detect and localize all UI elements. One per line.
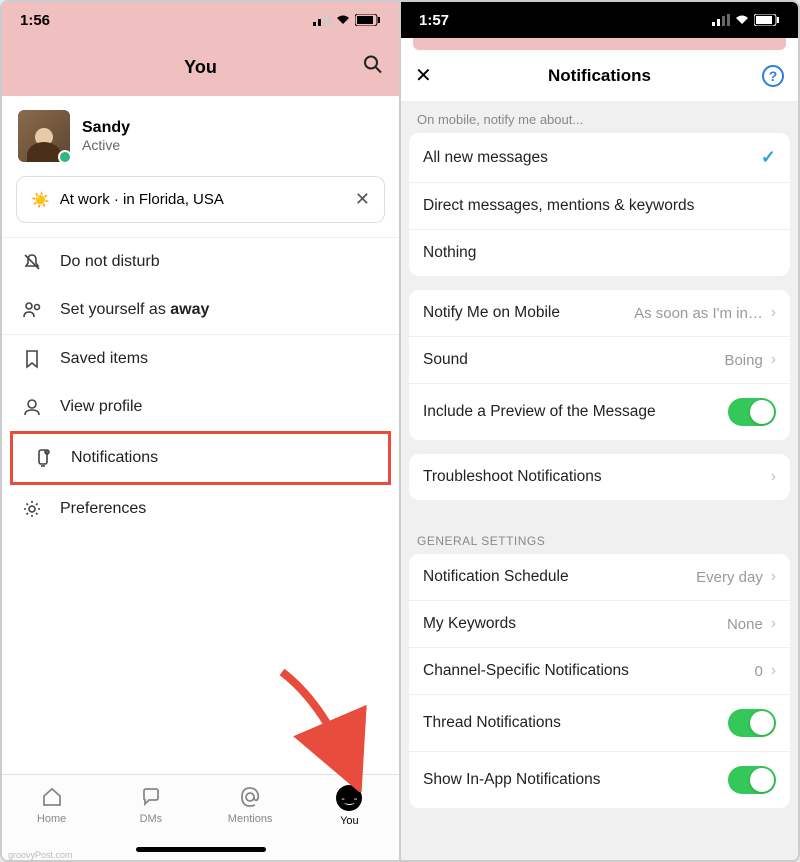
status-text: At work · in Florida, USA	[60, 191, 224, 208]
profile-section[interactable]: Sandy Active	[2, 96, 399, 170]
profile-name: Sandy	[82, 119, 130, 137]
annotation-arrow	[272, 662, 382, 792]
status-box[interactable]: ☀️ At work · in Florida, USA ✕	[16, 176, 385, 223]
notifications-icon	[31, 448, 55, 468]
status-indicators	[712, 14, 780, 26]
background-hint	[413, 38, 786, 50]
tab-you[interactable]: -‿- You	[300, 775, 399, 860]
menu-label: Notifications	[71, 449, 158, 467]
sheet-header: ✕ Notifications ?	[401, 50, 798, 102]
chevron-right-icon: ›	[771, 351, 776, 369]
status-indicators	[313, 14, 381, 26]
page-title: You	[184, 57, 217, 78]
menu-dnd[interactable]: Do not disturb	[2, 238, 399, 286]
you-icon: -‿-	[336, 785, 362, 811]
row-value: Every day	[696, 569, 763, 586]
toggle-on[interactable]	[728, 709, 776, 737]
bookmark-icon	[20, 349, 44, 369]
option-dm-mentions[interactable]: Direct messages, mentions & keywords	[409, 182, 790, 229]
profile-presence: Active	[82, 137, 130, 153]
menu-away[interactable]: Set yourself as away	[2, 286, 399, 334]
toggle-on[interactable]	[728, 398, 776, 426]
presence-dot	[58, 150, 72, 164]
tab-home[interactable]: Home	[2, 775, 101, 860]
watermark: groovyPost.com	[8, 850, 73, 860]
chevron-right-icon: ›	[771, 568, 776, 586]
menu-label: View profile	[60, 398, 142, 416]
row-preview[interactable]: Include a Preview of the Message	[409, 383, 790, 440]
menu-label: Do not disturb	[60, 253, 160, 271]
dnd-icon	[20, 252, 44, 272]
menu-saved[interactable]: Saved items	[2, 335, 399, 383]
row-channel-specific[interactable]: Channel-Specific Notifications 0 ›	[409, 647, 790, 694]
menu-view-profile[interactable]: View profile	[2, 383, 399, 431]
section-header-general: General Settings	[401, 514, 798, 554]
home-icon	[40, 785, 64, 809]
row-sound[interactable]: Sound Boing ›	[409, 336, 790, 383]
option-nothing[interactable]: Nothing	[409, 229, 790, 276]
row-value: As soon as I'm in…	[634, 305, 763, 322]
gear-icon	[20, 499, 44, 519]
section-header-mobile: On mobile, notify me about...	[401, 102, 798, 133]
row-schedule[interactable]: Notification Schedule Every day ›	[409, 554, 790, 600]
status-bar-left: 1:56	[2, 2, 399, 38]
search-icon[interactable]	[363, 55, 383, 80]
status-emoji: ☀️	[31, 191, 50, 209]
status-bar-right: 1:57	[401, 2, 798, 38]
home-indicator	[136, 847, 266, 852]
menu-label: Set yourself as away	[60, 301, 209, 319]
away-icon	[20, 300, 44, 320]
sheet-title: Notifications	[548, 66, 651, 86]
row-value: 0	[754, 663, 762, 680]
menu-preferences[interactable]: Preferences	[2, 485, 399, 533]
row-inapp-notifications[interactable]: Show In-App Notifications	[409, 751, 790, 808]
profile-icon	[20, 397, 44, 417]
menu-label: Saved items	[60, 350, 148, 368]
checkmark-icon: ✓	[761, 147, 776, 168]
row-notify-mobile[interactable]: Notify Me on Mobile As soon as I'm in… ›	[409, 290, 790, 336]
chevron-right-icon: ›	[771, 615, 776, 633]
row-troubleshoot[interactable]: Troubleshoot Notifications ›	[409, 454, 790, 500]
option-all-messages[interactable]: All new messages ✓	[409, 133, 790, 182]
chevron-right-icon: ›	[771, 662, 776, 680]
mentions-icon	[238, 785, 262, 809]
menu-notifications[interactable]: Notifications	[10, 431, 391, 485]
clear-status-icon[interactable]: ✕	[355, 189, 370, 210]
close-icon[interactable]: ✕	[415, 63, 432, 88]
tab-bar: Home DMs Mentions -‿- You groovyPost.com	[2, 774, 399, 860]
clock: 1:57	[419, 12, 449, 29]
row-value: None	[727, 616, 763, 633]
row-value: Boing	[724, 352, 762, 369]
help-icon[interactable]: ?	[762, 65, 784, 87]
toggle-on[interactable]	[728, 766, 776, 794]
row-keywords[interactable]: My Keywords None ›	[409, 600, 790, 647]
menu-label: Preferences	[60, 500, 146, 518]
chevron-right-icon: ›	[771, 304, 776, 322]
row-thread-notifications[interactable]: Thread Notifications	[409, 694, 790, 751]
chevron-right-icon: ›	[771, 468, 776, 486]
clock: 1:56	[20, 12, 50, 29]
dms-icon	[139, 785, 163, 809]
you-header: You	[2, 38, 399, 96]
